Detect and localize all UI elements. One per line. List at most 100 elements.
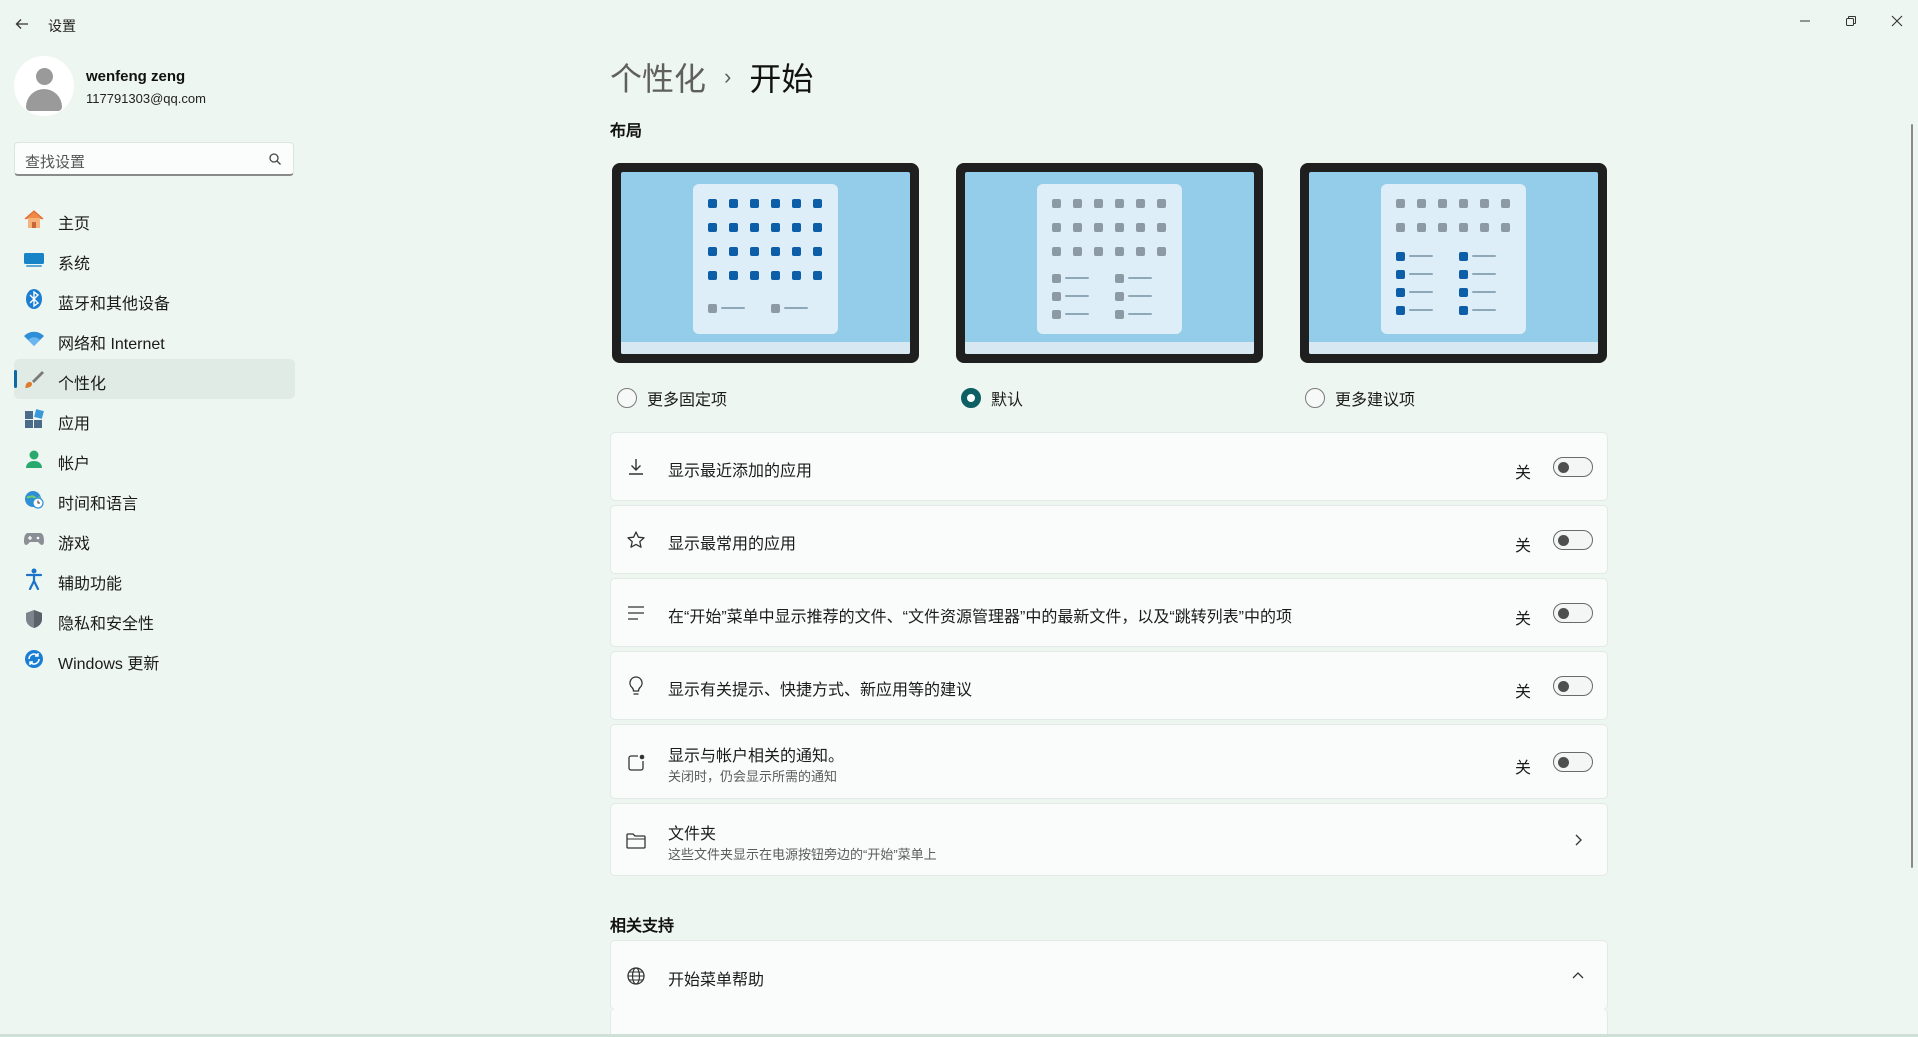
support-section-title: 相关支持 — [610, 918, 675, 935]
toggle-knob — [1558, 535, 1569, 546]
app-title: 设置 — [48, 18, 76, 34]
minimize-button[interactable] — [1782, 6, 1828, 36]
avatar[interactable] — [14, 56, 74, 116]
toggle-switch[interactable] — [1553, 752, 1593, 772]
radio-more-recommendations[interactable]: 更多建议项 — [1305, 386, 1415, 410]
sidebar-item-system[interactable]: 系统 — [14, 239, 295, 279]
preview-tile — [708, 199, 717, 208]
preview-tile — [1094, 247, 1103, 256]
restore-button[interactable] — [1828, 6, 1874, 36]
radio-circle[interactable] — [617, 388, 637, 408]
preview-taskbar — [965, 342, 1254, 354]
gamepad-icon — [22, 528, 46, 550]
toggle-state-text: 关 — [1514, 538, 1531, 555]
support-row-start-help[interactable]: 开始菜单帮助 — [610, 940, 1608, 1010]
sidebar-item-personalization[interactable]: 个性化 — [14, 359, 295, 399]
preview-taskbar — [1309, 342, 1598, 354]
sidebar-item-network[interactable]: 网络和 Internet — [14, 319, 295, 359]
preview-line — [1409, 273, 1433, 275]
radio-circle[interactable] — [1305, 388, 1325, 408]
toggle-state-text: 关 — [1514, 465, 1531, 482]
preview-tile — [1459, 223, 1468, 232]
search-placeholder: 查找设置 — [25, 154, 86, 171]
radio-more-pins[interactable]: 更多固定项 — [617, 386, 727, 410]
sidebar-item-label: 个性化 — [58, 376, 107, 393]
sidebar-item-apps[interactable]: 应用 — [14, 399, 295, 439]
preview-tile — [1396, 270, 1405, 279]
preview-line — [1065, 277, 1089, 279]
toggle-knob — [1558, 681, 1569, 692]
sidebar-item-gaming[interactable]: 游戏 — [14, 519, 295, 559]
preview-tile — [1052, 292, 1061, 301]
radio-circle-selected[interactable] — [961, 388, 981, 408]
active-indicator — [14, 370, 17, 388]
preview-tile — [708, 223, 717, 232]
preview-tile — [1094, 223, 1103, 232]
preview-tile — [1052, 199, 1061, 208]
toggle-switch[interactable] — [1553, 603, 1593, 623]
layout-preview-more-pins[interactable] — [612, 163, 919, 363]
preview-tile — [1396, 288, 1405, 297]
preview-tile — [813, 247, 822, 256]
close-icon — [1891, 15, 1903, 27]
preview-line — [1409, 309, 1433, 311]
preview-tile — [1459, 306, 1468, 315]
preview-tile — [1073, 247, 1082, 256]
toggle-switch[interactable] — [1553, 457, 1593, 477]
toggle-switch[interactable] — [1553, 530, 1593, 550]
preview-line — [1128, 295, 1152, 297]
preview-tile — [1115, 292, 1124, 301]
sidebar-item-label: 辅助功能 — [58, 576, 123, 593]
preview-tile — [729, 223, 738, 232]
preview-tile — [729, 199, 738, 208]
sidebar-nav: 主页 系统 蓝牙和其他设备 网络和 Internet 个性化 应用 帐户 时间和… — [14, 199, 295, 679]
layout-preview-default[interactable] — [956, 163, 1263, 363]
preview-tile — [1157, 247, 1166, 256]
sidebar-item-accessibility[interactable]: 辅助功能 — [14, 559, 295, 599]
radio-label: 更多固定项 — [647, 392, 728, 409]
sidebar-item-home[interactable]: 主页 — [14, 199, 295, 239]
sidebar-item-time-language[interactable]: 时间和语言 — [14, 479, 295, 519]
search-input[interactable]: 查找设置 — [14, 142, 294, 176]
preview-tile — [750, 271, 759, 280]
preview-line — [1065, 295, 1089, 297]
toggle-knob — [1558, 608, 1569, 619]
close-button[interactable] — [1874, 6, 1918, 36]
toggle-state-text: 关 — [1514, 684, 1531, 701]
preview-line — [1472, 273, 1496, 275]
sidebar-item-label: 隐私和安全性 — [58, 616, 155, 633]
preview-tile — [792, 271, 801, 280]
breadcrumb-parent[interactable]: 个性化 — [610, 54, 706, 100]
preview-tile — [729, 271, 738, 280]
preview-line — [1472, 309, 1496, 311]
sidebar-item-windows-update[interactable]: Windows 更新 — [14, 639, 295, 679]
user-name: wenfeng zeng — [86, 68, 186, 85]
preview-tile — [1396, 199, 1405, 208]
preview-tile — [813, 223, 822, 232]
layout-preview-more-recommendations[interactable] — [1300, 163, 1607, 363]
preview-screen — [965, 172, 1254, 354]
sidebar-item-accounts[interactable]: 帐户 — [14, 439, 295, 479]
sidebar-item-label: 蓝牙和其他设备 — [58, 296, 171, 313]
radio-default[interactable]: 默认 — [961, 386, 1023, 410]
sidebar-item-privacy[interactable]: 隐私和安全性 — [14, 599, 295, 639]
globe-clock-icon — [22, 488, 46, 510]
support-title: 开始菜单帮助 — [668, 972, 765, 989]
preview-tile — [1073, 199, 1082, 208]
paintbrush-icon — [22, 368, 46, 390]
back-button[interactable] — [10, 12, 34, 36]
sidebar-item-bluetooth[interactable]: 蓝牙和其他设备 — [14, 279, 295, 319]
preview-tile — [1501, 223, 1510, 232]
preview-line — [1472, 291, 1496, 293]
preview-line — [1128, 313, 1152, 315]
system-display-icon — [22, 248, 46, 270]
setting-row-folders[interactable]: 文件夹 这些文件夹显示在电源按钮旁边的“开始”菜单上 — [610, 803, 1608, 876]
scrollbar[interactable] — [1911, 124, 1913, 868]
preview-tile — [1052, 310, 1061, 319]
sidebar-item-label: 帐户 — [58, 456, 91, 473]
chevron-up-icon[interactable] — [1571, 969, 1585, 983]
layout-section-title: 布局 — [610, 123, 643, 140]
toggle-switch[interactable] — [1553, 676, 1593, 696]
sidebar-item-label: 应用 — [58, 416, 91, 433]
preview-tile — [1438, 199, 1447, 208]
